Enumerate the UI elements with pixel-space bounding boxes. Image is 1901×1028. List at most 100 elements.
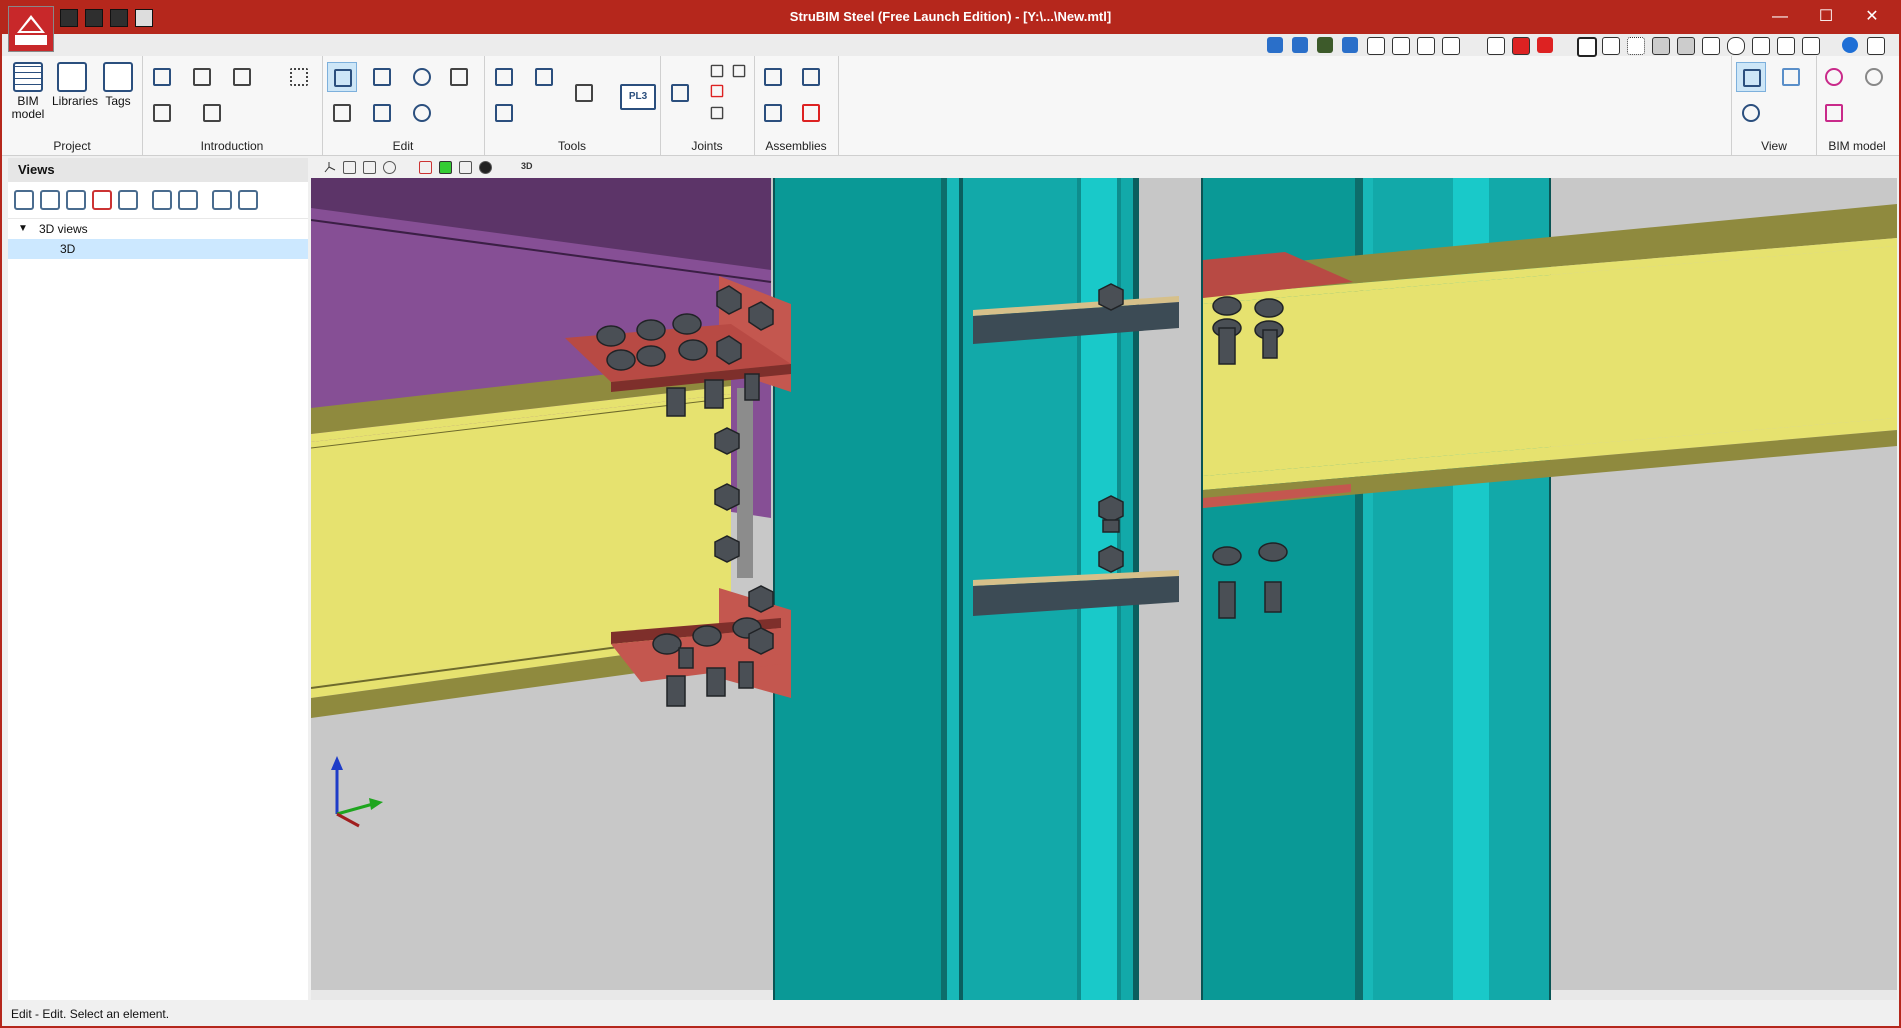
ruler-icon[interactable] [1777, 37, 1795, 55]
erase-button[interactable] [327, 98, 357, 128]
view-settings-button[interactable] [1736, 98, 1766, 128]
group-label-introduction: Introduction [200, 139, 264, 153]
bim-model-icon [13, 62, 43, 92]
layers-icon[interactable] [1487, 37, 1505, 55]
tree-node-3d-views[interactable]: ▼ 3D views [8, 219, 308, 239]
view-properties-icon[interactable] [118, 190, 138, 210]
arc-button[interactable] [407, 98, 437, 128]
tools-icon[interactable] [1802, 37, 1820, 55]
dimension-icon[interactable] [1677, 37, 1695, 55]
assembly-delete-tool[interactable] [796, 98, 826, 128]
tags-button[interactable]: Tags [98, 62, 138, 108]
comment-icon[interactable] [1752, 37, 1770, 55]
viewport-toolbar: 3D [311, 158, 1897, 178]
pl3-button[interactable]: PL3 [620, 84, 656, 110]
libraries-label: Libraries [52, 94, 99, 108]
minimize-button[interactable]: — [1757, 4, 1803, 30]
eye-icon[interactable] [479, 161, 492, 174]
move-view-icon[interactable] [1417, 37, 1435, 55]
cube-icon[interactable] [343, 161, 356, 174]
user-check-icon [1865, 68, 1883, 86]
pan-hand-icon[interactable] [1392, 37, 1410, 55]
joint-tool[interactable] [665, 78, 695, 108]
green-render-icon[interactable] [439, 161, 452, 174]
bim-sync-button[interactable] [1819, 62, 1849, 92]
delete-view-icon[interactable] [92, 190, 112, 210]
points-icon[interactable] [1627, 37, 1645, 55]
group-assemblies: Assemblies [754, 56, 839, 155]
magnet-icon[interactable] [1537, 37, 1553, 53]
copy-icon [450, 68, 468, 86]
anchor-icon [203, 104, 221, 122]
joint-edit-tool[interactable] [702, 98, 732, 128]
bim-user-button[interactable] [1859, 62, 1889, 92]
plate-tool[interactable] [147, 98, 177, 128]
orbit-center-icon[interactable] [383, 161, 396, 174]
history-icon[interactable] [1727, 37, 1745, 55]
edit-view-icon[interactable] [40, 190, 60, 210]
stretch-button[interactable] [367, 98, 397, 128]
app-logo[interactable] [8, 6, 54, 52]
camera-icon[interactable] [152, 190, 172, 210]
bolt-tool[interactable] [187, 62, 217, 92]
section-icon[interactable] [419, 161, 432, 174]
pencil-icon [334, 69, 352, 87]
weld-icon [233, 68, 251, 86]
snap-grid-tool[interactable] [284, 62, 314, 92]
maximize-button[interactable]: ☐ [1803, 4, 1849, 30]
render-icon[interactable] [1317, 37, 1333, 53]
plate-icon [153, 104, 171, 122]
move-button[interactable] [367, 62, 397, 92]
views-panel-title: Views [8, 158, 308, 182]
group-label-edit: Edit [392, 139, 414, 153]
assembly-add-tool[interactable] [758, 98, 788, 128]
chevron-down-icon[interactable]: ▼ [18, 219, 28, 239]
bim-export-button[interactable] [1819, 98, 1849, 128]
rotate-view-icon[interactable] [1267, 37, 1283, 53]
axes-icon[interactable] [323, 161, 336, 174]
orbit-icon[interactable] [1292, 37, 1308, 53]
split-tool[interactable] [489, 62, 519, 92]
grid-snap-icon[interactable] [1512, 37, 1530, 55]
close-button[interactable]: ✕ [1849, 4, 1895, 30]
angle-icon[interactable] [1702, 37, 1720, 55]
copy-button[interactable] [444, 62, 474, 92]
split-icon [495, 68, 513, 86]
clip-plane-icon[interactable] [238, 190, 258, 210]
view-3d-box-button[interactable] [1776, 62, 1806, 92]
assembly-create-tool[interactable] [758, 62, 788, 92]
beam-tool[interactable] [147, 62, 177, 92]
refresh-view-icon[interactable] [1342, 37, 1358, 53]
view-visibility-button[interactable] [1736, 62, 1766, 92]
ribbon: BIM model Libraries Tags Project Introdu… [2, 34, 1899, 156]
window-icon[interactable] [459, 161, 472, 174]
cube-edit-icon[interactable] [363, 161, 376, 174]
libraries-button[interactable]: Libraries [52, 62, 99, 108]
join-tool[interactable] [489, 98, 519, 128]
help-icon[interactable] [1867, 37, 1885, 55]
tag-tool[interactable] [569, 78, 599, 108]
weld-tool[interactable] [227, 62, 257, 92]
frame-icon[interactable] [1577, 37, 1597, 57]
keyboard-icon[interactable] [1652, 37, 1670, 55]
rotate-button[interactable] [407, 62, 437, 92]
extend-tool[interactable] [529, 62, 559, 92]
camera-edit-icon[interactable] [178, 190, 198, 210]
tree-item-3d[interactable]: 3D [8, 239, 308, 259]
group-project: BIM model Libraries Tags Project [2, 56, 143, 155]
beam-icon [153, 68, 171, 86]
new-view-icon[interactable] [14, 190, 34, 210]
bolt-icon [193, 68, 211, 86]
web-icon[interactable] [1842, 37, 1858, 53]
copy-view-icon[interactable] [66, 190, 86, 210]
section-box-icon[interactable] [212, 190, 232, 210]
pencil-edit-button[interactable] [327, 62, 357, 92]
zoom-icon[interactable] [1367, 37, 1385, 55]
bim-model-button[interactable]: BIM model [8, 62, 48, 121]
anchor-tool[interactable] [197, 98, 227, 128]
grid-icon[interactable] [1602, 37, 1620, 55]
3d-viewport[interactable] [311, 178, 1897, 1000]
assembly-edit-tool[interactable] [796, 62, 826, 92]
zoom-window-icon[interactable] [1442, 37, 1460, 55]
view-3d-toggle[interactable]: 3D [521, 161, 533, 171]
